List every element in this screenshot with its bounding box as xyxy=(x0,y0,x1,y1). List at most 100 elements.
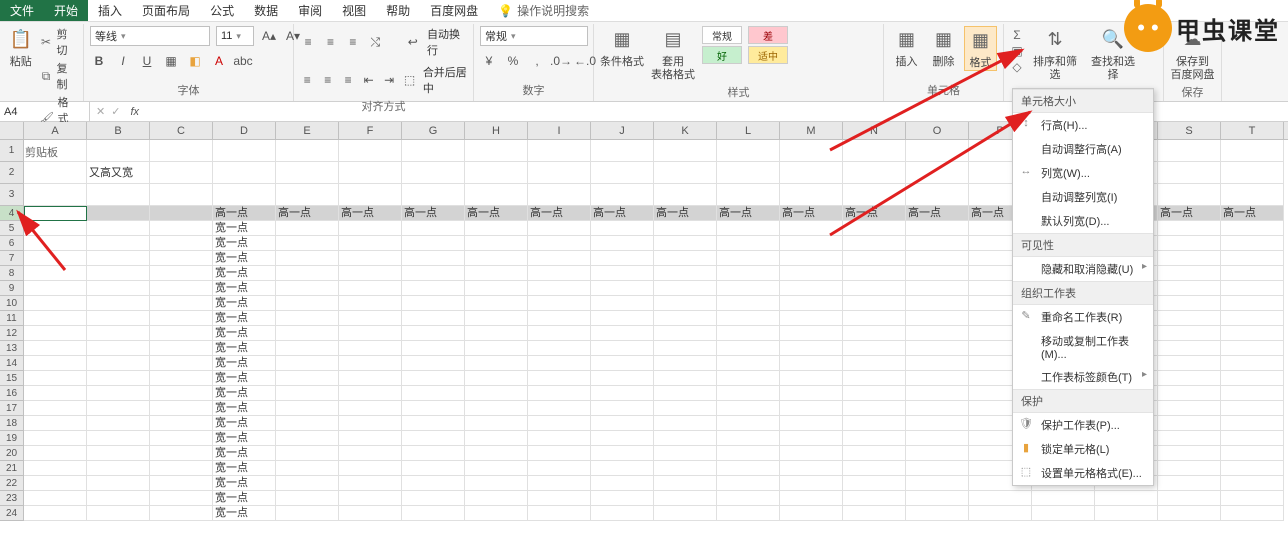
cell-L15[interactable] xyxy=(717,371,780,386)
cell-A12[interactable] xyxy=(24,326,87,341)
cell-N5[interactable] xyxy=(843,221,906,236)
cell-M14[interactable] xyxy=(780,356,843,371)
cell-H17[interactable] xyxy=(465,401,528,416)
align-bottom-icon[interactable]: ≡ xyxy=(345,33,361,51)
cell-A8[interactable] xyxy=(24,266,87,281)
bold-button[interactable]: B xyxy=(90,52,108,70)
cell-M9[interactable] xyxy=(780,281,843,296)
row-header-2[interactable]: 2 xyxy=(0,162,24,184)
cell-T14[interactable] xyxy=(1221,356,1284,371)
cell-T13[interactable] xyxy=(1221,341,1284,356)
cell-T10[interactable] xyxy=(1221,296,1284,311)
cell-G9[interactable] xyxy=(402,281,465,296)
cell-N21[interactable] xyxy=(843,461,906,476)
cell-B15[interactable] xyxy=(87,371,150,386)
cell-T9[interactable] xyxy=(1221,281,1284,296)
cell-O21[interactable] xyxy=(906,461,969,476)
cell-A18[interactable] xyxy=(24,416,87,431)
cell-D20[interactable]: 宽一点 xyxy=(213,446,276,461)
merge-button[interactable]: 合并后居中 xyxy=(423,64,467,96)
cell-N9[interactable] xyxy=(843,281,906,296)
indent-inc-icon[interactable]: ⇥ xyxy=(382,71,396,89)
cell-K14[interactable] xyxy=(654,356,717,371)
row-header-12[interactable]: 12 xyxy=(0,326,24,341)
cell-E21[interactable] xyxy=(276,461,339,476)
cell-D6[interactable]: 宽一点 xyxy=(213,236,276,251)
cell-E8[interactable] xyxy=(276,266,339,281)
currency-icon[interactable]: ¥ xyxy=(480,52,498,70)
cell-G8[interactable] xyxy=(402,266,465,281)
cell-B20[interactable] xyxy=(87,446,150,461)
cell-F16[interactable] xyxy=(339,386,402,401)
cell-O4[interactable]: 高一点 xyxy=(906,206,969,221)
col-header-M[interactable]: M xyxy=(780,122,843,139)
cell-L13[interactable] xyxy=(717,341,780,356)
cell-G11[interactable] xyxy=(402,311,465,326)
cell-C21[interactable] xyxy=(150,461,213,476)
cell-Q23[interactable] xyxy=(1032,491,1095,506)
cell-I24[interactable] xyxy=(528,506,591,521)
cell-G12[interactable] xyxy=(402,326,465,341)
cell-G15[interactable] xyxy=(402,371,465,386)
cell-C2[interactable] xyxy=(150,162,213,184)
cell-C18[interactable] xyxy=(150,416,213,431)
cell-D23[interactable]: 宽一点 xyxy=(213,491,276,506)
cell-O13[interactable] xyxy=(906,341,969,356)
cell-F24[interactable] xyxy=(339,506,402,521)
cell-M20[interactable] xyxy=(780,446,843,461)
col-header-L[interactable]: L xyxy=(717,122,780,139)
cell-S6[interactable] xyxy=(1158,236,1221,251)
cell-J7[interactable] xyxy=(591,251,654,266)
row-header-6[interactable]: 6 xyxy=(0,236,24,251)
cell-N13[interactable] xyxy=(843,341,906,356)
row-header-3[interactable]: 3 xyxy=(0,184,24,206)
cell-G13[interactable] xyxy=(402,341,465,356)
cell-T15[interactable] xyxy=(1221,371,1284,386)
cell-J9[interactable] xyxy=(591,281,654,296)
cell-J8[interactable] xyxy=(591,266,654,281)
cell-O22[interactable] xyxy=(906,476,969,491)
cell-S9[interactable] xyxy=(1158,281,1221,296)
cell-S21[interactable] xyxy=(1158,461,1221,476)
cell-C7[interactable] xyxy=(150,251,213,266)
cell-N6[interactable] xyxy=(843,236,906,251)
cell-K24[interactable] xyxy=(654,506,717,521)
cell-J5[interactable] xyxy=(591,221,654,236)
cell-H5[interactable] xyxy=(465,221,528,236)
cell-K19[interactable] xyxy=(654,431,717,446)
row-header-8[interactable]: 8 xyxy=(0,266,24,281)
fill-color-button[interactable]: ◧ xyxy=(186,52,204,70)
cell-O2[interactable] xyxy=(906,162,969,184)
cell-H7[interactable] xyxy=(465,251,528,266)
cell-J12[interactable] xyxy=(591,326,654,341)
cell-L22[interactable] xyxy=(717,476,780,491)
cell-L8[interactable] xyxy=(717,266,780,281)
cell-S18[interactable] xyxy=(1158,416,1221,431)
cell-F1[interactable] xyxy=(339,140,402,162)
align-top-icon[interactable]: ≡ xyxy=(300,33,316,51)
cell-S23[interactable] xyxy=(1158,491,1221,506)
cell-B3[interactable] xyxy=(87,184,150,206)
cell-K11[interactable] xyxy=(654,311,717,326)
cell-M16[interactable] xyxy=(780,386,843,401)
cell-J10[interactable] xyxy=(591,296,654,311)
cell-A5[interactable] xyxy=(24,221,87,236)
cell-T18[interactable] xyxy=(1221,416,1284,431)
cell-M24[interactable] xyxy=(780,506,843,521)
cell-N17[interactable] xyxy=(843,401,906,416)
row-header-17[interactable]: 17 xyxy=(0,401,24,416)
select-all-corner[interactable] xyxy=(0,122,24,139)
dec-decimal-icon[interactable]: ←.0 xyxy=(576,52,594,70)
cell-H6[interactable] xyxy=(465,236,528,251)
cell-H21[interactable] xyxy=(465,461,528,476)
phonetic-button[interactable]: abc xyxy=(234,52,252,70)
align-center-icon[interactable]: ≡ xyxy=(320,71,334,89)
cell-G14[interactable] xyxy=(402,356,465,371)
cell-F8[interactable] xyxy=(339,266,402,281)
tab-review[interactable]: 审阅 xyxy=(288,0,332,21)
col-header-S[interactable]: S xyxy=(1158,122,1221,139)
cell-O20[interactable] xyxy=(906,446,969,461)
cell-H3[interactable] xyxy=(465,184,528,206)
cell-J20[interactable] xyxy=(591,446,654,461)
cell-B10[interactable] xyxy=(87,296,150,311)
